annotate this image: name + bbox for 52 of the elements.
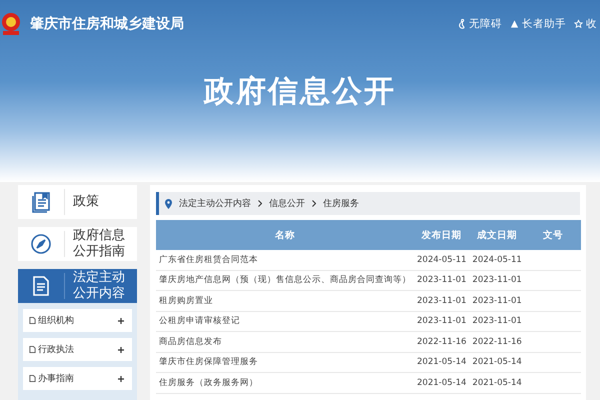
accessibility-icon [457, 19, 466, 29]
column-header: 成文日期 [469, 220, 525, 250]
document-icon [29, 375, 36, 382]
submenu-item[interactable]: 办事指南 [23, 367, 132, 390]
table-cell: 2024-05-11 [469, 250, 525, 270]
submenu-item[interactable]: 组织机构 [23, 309, 132, 332]
submenu-item[interactable]: 行政执法 [23, 338, 132, 361]
document-icon [30, 275, 52, 297]
table-cell: 2022-11-16 [469, 332, 525, 352]
column-header: 文号 [524, 220, 581, 250]
sidebar-item[interactable]: 法定主动公开内容 [18, 269, 137, 303]
banner-title: 政府信息公开 [204, 72, 396, 110]
document-icon [29, 317, 36, 324]
sidebar-item[interactable]: 政策 [18, 185, 137, 219]
table-cell: 2022-11-16 [414, 332, 470, 352]
chevron-icon [312, 200, 316, 207]
document-icon [29, 346, 36, 353]
table-cell[interactable]: 住房服务（政务服务网） [156, 372, 414, 393]
table-cell[interactable]: 肇庆房地产信息网（预（现）售信息公示、商品房合同查询等） [156, 270, 414, 290]
column-header: 发布日期 [414, 220, 470, 250]
emblem-icon [0, 12, 22, 36]
location-pin-icon [165, 198, 172, 208]
column-header: 名称 [156, 220, 414, 250]
breadcrumb-link[interactable]: 住房服务 [323, 197, 359, 210]
sidebar-item[interactable]: 政府信息公开指南 [18, 227, 137, 261]
star-icon [574, 19, 583, 29]
table-cell: 2023-11-01 [414, 290, 470, 311]
table-cell[interactable]: 肇庆市住房保障管理服务 [156, 352, 414, 372]
table-cell: 2023-11-01 [414, 311, 470, 332]
header-link[interactable]: 收 [574, 17, 597, 31]
header-link[interactable]: 无障碍 [457, 17, 502, 31]
table-cell: 2021-05-14 [414, 372, 470, 393]
header-link[interactable]: 长者助手 [510, 17, 566, 31]
table-cell: 2023-11-01 [469, 311, 525, 332]
table-cell[interactable]: 广东省住房租赁合同范本 [156, 250, 414, 270]
table-cell: 2023-11-01 [469, 270, 525, 290]
table-cell: 2024-05-11 [414, 250, 470, 270]
compass-icon [30, 233, 52, 255]
table-cell[interactable]: 商品房信息发布 [156, 332, 414, 352]
table-cell[interactable]: 公租房申请审核登记 [156, 311, 414, 332]
breadcrumb-link[interactable]: 法定主动公开内容 [179, 197, 251, 210]
breadcrumb-link[interactable]: 信息公开 [269, 197, 305, 210]
table-cell: 2021-05-14 [414, 352, 470, 372]
site-title: 肇庆市住房和城乡建设局 [30, 15, 184, 33]
table-cell[interactable]: 租房购房置业 [156, 290, 414, 311]
table-cell: 2023-11-01 [414, 270, 470, 290]
document-icon [30, 191, 52, 213]
chevron-icon [258, 200, 262, 207]
triangle-icon [510, 19, 519, 29]
table-cell: 2021-05-14 [469, 372, 525, 393]
table-cell: 2021-05-14 [469, 352, 525, 372]
table-cell: 2023-11-01 [469, 290, 525, 311]
